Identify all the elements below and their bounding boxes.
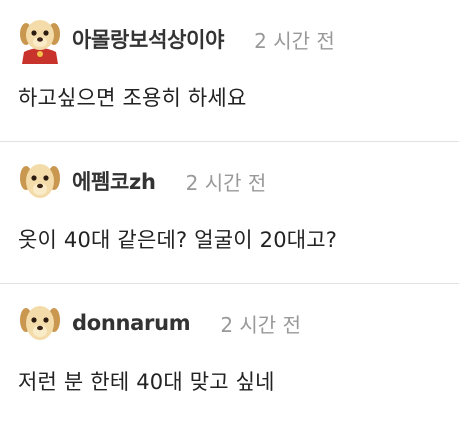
comment-header: 아몰랑보석상이야 2 시간 전 (18, 14, 459, 64)
comment-username[interactable]: 에펨코zh (72, 166, 156, 196)
comment-timestamp: 2 시간 전 (185, 170, 267, 195)
comment-header: donnarum 2 시간 전 (18, 298, 459, 348)
comment-item: donnarum 2 시간 전 저런 분 한테 40대 맞고 싶네 (0, 284, 459, 425)
comment-item: 아몰랑보석상이야 2 시간 전 하고싶으면 조용히 하세요 (0, 0, 459, 141)
comment-timestamp: 2 시간 전 (220, 312, 301, 337)
puppy-avatar-icon[interactable] (18, 156, 62, 206)
comment-text: 저런 분 한테 40대 맞고 싶네 (18, 370, 275, 394)
puppy-with-red-cape-avatar-icon[interactable] (18, 14, 62, 64)
comment-username[interactable]: donnarum (72, 311, 191, 335)
comment-item: 에펨코zh 2 시간 전 옷이 40대 같은데? 얼굴이 20대고? (0, 142, 459, 283)
puppy-avatar-icon[interactable] (18, 298, 62, 348)
comment-text: 하고싶으면 조용히 하세요 (18, 86, 247, 110)
comment-username[interactable]: 아몰랑보석상이야 (72, 24, 224, 54)
comment-timestamp: 2 시간 전 (254, 28, 335, 53)
comment-text: 옷이 40대 같은데? 얼굴이 20대고? (18, 228, 338, 252)
comment-header: 에펨코zh 2 시간 전 (18, 156, 459, 206)
